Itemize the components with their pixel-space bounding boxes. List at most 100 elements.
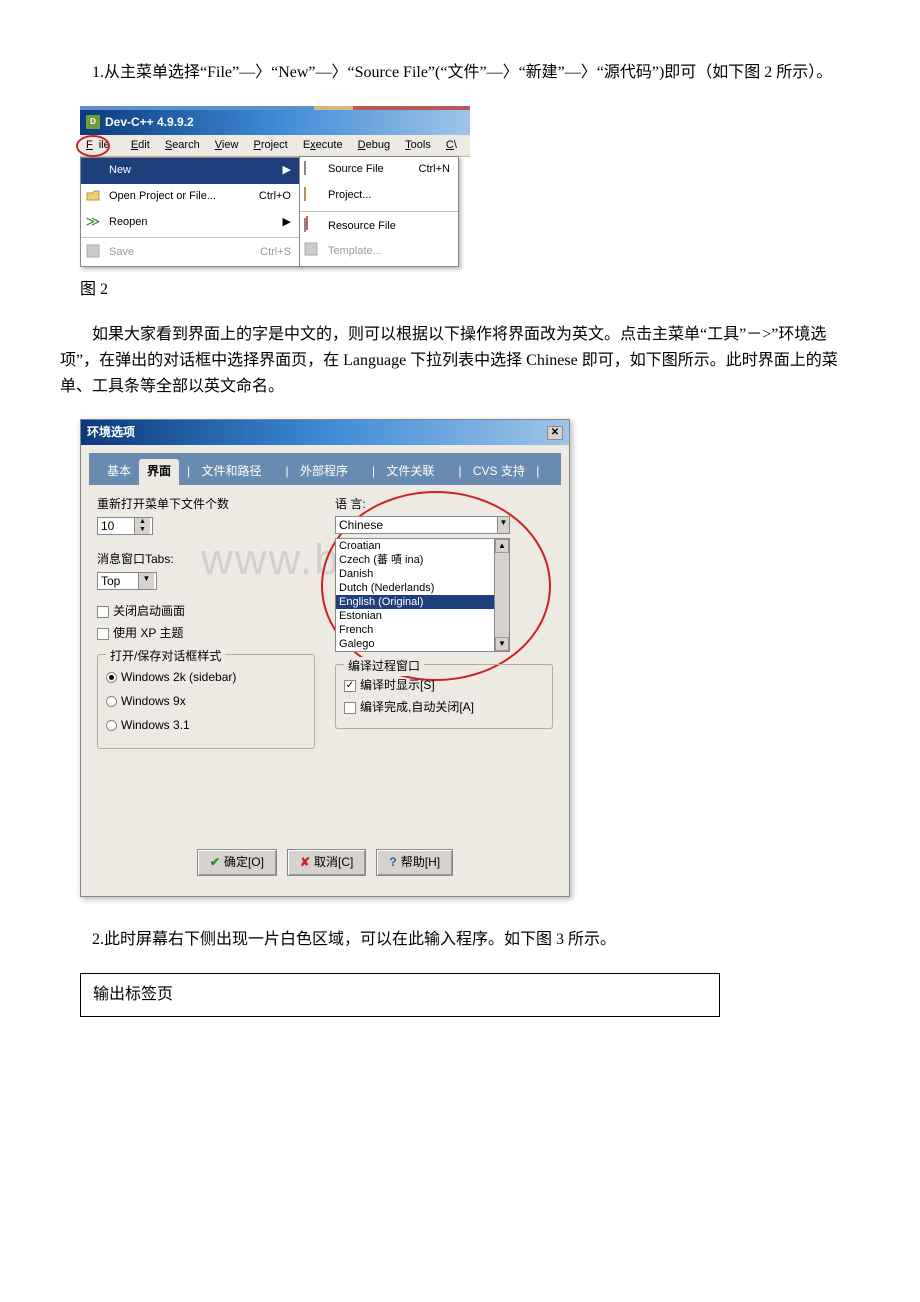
menu-project[interactable]: Project <box>248 137 294 153</box>
scroll-up-icon[interactable]: ▲ <box>495 539 509 553</box>
env-options-dialog: 环境选项 ✕ www.b c .m 基本 界面 | 文件和路径 | 外部程序 |… <box>80 419 570 897</box>
dialog-style-groupbox: 打开/保存对话框样式 Windows 2k (sidebar) Windows … <box>97 654 315 750</box>
menu-debug[interactable]: Debug <box>352 137 396 153</box>
lang-option[interactable]: Estonian <box>336 609 509 623</box>
new-submenu: Source File Ctrl+N Project... Resource F… <box>299 156 459 266</box>
tabs-label: 消息窗口Tabs: <box>97 550 315 569</box>
tab-assoc[interactable]: | 文件关联 <box>364 459 450 484</box>
radio-win9x[interactable]: Windows 9x <box>106 692 306 711</box>
scroll-down-icon[interactable]: ▼ <box>495 637 509 651</box>
shortcut-text: Ctrl+O <box>259 188 291 206</box>
menu-cvs[interactable]: C\ <box>440 137 463 153</box>
cancel-button[interactable]: ✘ 取消[C] <box>287 849 366 876</box>
menu-edit[interactable]: Edit <box>125 137 156 153</box>
tab-interface[interactable]: 界面 <box>139 459 179 484</box>
shortcut-text: Ctrl+S <box>260 244 291 262</box>
dropdown-icon[interactable]: ▼ <box>497 517 509 533</box>
button-label: 确定[O] <box>224 853 264 872</box>
radio-win2k[interactable]: Windows 2k (sidebar) <box>106 668 306 687</box>
menu-item-label: Reopen <box>109 214 148 232</box>
tab-cvs[interactable]: | CVS 支持 | <box>450 459 547 484</box>
file-menu: New ▶ Open Project or File... Ctrl+O ≫ R… <box>80 157 300 266</box>
menu-item-open[interactable]: Open Project or File... Ctrl+O <box>81 184 299 210</box>
menu-item-label: Save <box>109 244 134 262</box>
xp-theme-checkbox[interactable]: 使用 XP 主题 <box>97 624 315 643</box>
tab-files[interactable]: | 文件和路径 <box>179 459 277 484</box>
language-list[interactable]: Croatian Czech (蕃 嘖 ina) Danish Dutch (N… <box>335 538 510 652</box>
lang-option[interactable]: Czech (蕃 嘖 ina) <box>336 553 509 567</box>
tabs-select[interactable]: ▼ <box>97 572 157 590</box>
language-label: 语 言: <box>335 495 553 514</box>
menu-item-label: Template... <box>328 243 382 261</box>
lang-option-selected[interactable]: English (Original) <box>336 595 509 609</box>
arrow-right-icon: ▶ <box>283 162 291 180</box>
para-3: 2.此时屏幕右下侧出现一片白色区域，可以在此输入程序。如下图 3 所示。 <box>60 927 860 953</box>
lang-option[interactable]: Croatian <box>336 539 509 553</box>
radio-win31[interactable]: Windows 3.1 <box>106 716 306 735</box>
recent-files-spinbox[interactable]: ▲▼ <box>97 517 153 535</box>
checkbox-label: 关闭启动画面 <box>113 604 185 618</box>
table-cell: 输出标签页 <box>81 973 720 1016</box>
para-1: 1.从主菜单选择“File”—〉“New”—〉“Source File”(“文件… <box>60 60 860 86</box>
show-on-compile-checkbox[interactable]: ✓编译时显示[S] <box>344 676 544 695</box>
recent-files-label: 重新打开菜单下文件个数 <box>97 495 315 514</box>
resource-icon <box>304 217 320 233</box>
spin-down-icon[interactable]: ▼ <box>135 526 150 534</box>
dialog-title-bar: 环境选项 ✕ <box>81 420 569 445</box>
save-icon <box>85 243 101 259</box>
arrow-right-icon: ▶ <box>283 214 291 232</box>
menu-item-resource-file[interactable]: Resource File <box>300 214 458 240</box>
dropdown-icon[interactable]: ▼ <box>138 573 154 589</box>
lang-option[interactable]: Galego <box>336 637 509 651</box>
template-icon <box>304 242 320 258</box>
dialog-tabs: 基本 界面 | 文件和路径 | 外部程序 | 文件关联 | CVS 支持 | <box>89 453 561 484</box>
menu-bar: File Edit Search View Project Execute De… <box>80 135 470 158</box>
menu-search[interactable]: Search <box>159 137 206 153</box>
menu-item-reopen[interactable]: ≫ Reopen ▶ <box>81 210 299 236</box>
button-label: 取消[C] <box>314 853 353 872</box>
question-icon: ? <box>389 853 396 872</box>
groupbox-title: 打开/保存对话框样式 <box>106 647 225 666</box>
close-icon[interactable]: ✕ <box>547 426 563 440</box>
app-icon: D <box>86 115 100 129</box>
menu-file[interactable]: File <box>80 137 122 153</box>
menu-item-label: New <box>109 162 131 180</box>
menu-item-save: Save Ctrl+S <box>81 240 299 266</box>
language-combo[interactable]: ▼ <box>335 516 510 534</box>
menu-item-project[interactable]: Project... <box>300 183 458 209</box>
menu-item-label: Resource File <box>328 218 396 236</box>
shortcut-text: Ctrl+N <box>419 161 450 179</box>
tabs-value[interactable] <box>98 573 138 589</box>
menu-item-source-file[interactable]: Source File Ctrl+N <box>300 157 458 183</box>
spin-up-icon[interactable]: ▲ <box>135 518 150 526</box>
lang-option[interactable]: French <box>336 623 509 637</box>
devcpp-window: D Dev-C++ 4.9.9.2 File Edit Search View … <box>80 106 470 267</box>
fig2-caption: 图 2 <box>80 277 860 303</box>
menu-view[interactable]: View <box>209 137 245 153</box>
check-icon: ✔ <box>210 853 220 872</box>
disable-splash-checkbox[interactable]: 关闭启动画面 <box>97 602 315 621</box>
tab-basic[interactable]: 基本 <box>99 459 139 484</box>
language-value[interactable] <box>336 517 497 533</box>
groupbox-title: 编译过程窗口 <box>344 657 424 676</box>
menu-tools[interactable]: Tools <box>399 137 437 153</box>
scrollbar[interactable]: ▲ ▼ <box>494 539 509 651</box>
para-2: 如果大家看到界面上的字是中文的，则可以根据以下操作将界面改为英文。点击主菜单“工… <box>60 322 860 399</box>
menu-item-new[interactable]: New ▶ <box>81 158 299 184</box>
tab-external[interactable]: | 外部程序 <box>278 459 364 484</box>
recent-files-input[interactable] <box>98 518 134 534</box>
help-button[interactable]: ? 帮助[H] <box>376 849 453 876</box>
menu-execute[interactable]: Execute <box>297 137 349 153</box>
page-icon <box>304 160 320 176</box>
lang-option[interactable]: Dutch (Nederlands) <box>336 581 509 595</box>
radio-label: Windows 9x <box>121 694 186 708</box>
ok-button[interactable]: ✔ 确定[O] <box>197 849 277 876</box>
radio-label: Windows 3.1 <box>121 718 190 732</box>
radio-label: Windows 2k (sidebar) <box>121 670 236 684</box>
compile-groupbox: 编译过程窗口 ✓编译时显示[S] 编译完成,自动关闭[A] <box>335 664 553 729</box>
lang-option[interactable]: Danish <box>336 567 509 581</box>
x-icon: ✘ <box>300 853 310 872</box>
dialog-buttons: ✔ 确定[O] ✘ 取消[C] ? 帮助[H] <box>91 839 559 886</box>
autoclose-checkbox[interactable]: 编译完成,自动关闭[A] <box>344 698 544 717</box>
dialog-title: 环境选项 <box>87 423 135 442</box>
